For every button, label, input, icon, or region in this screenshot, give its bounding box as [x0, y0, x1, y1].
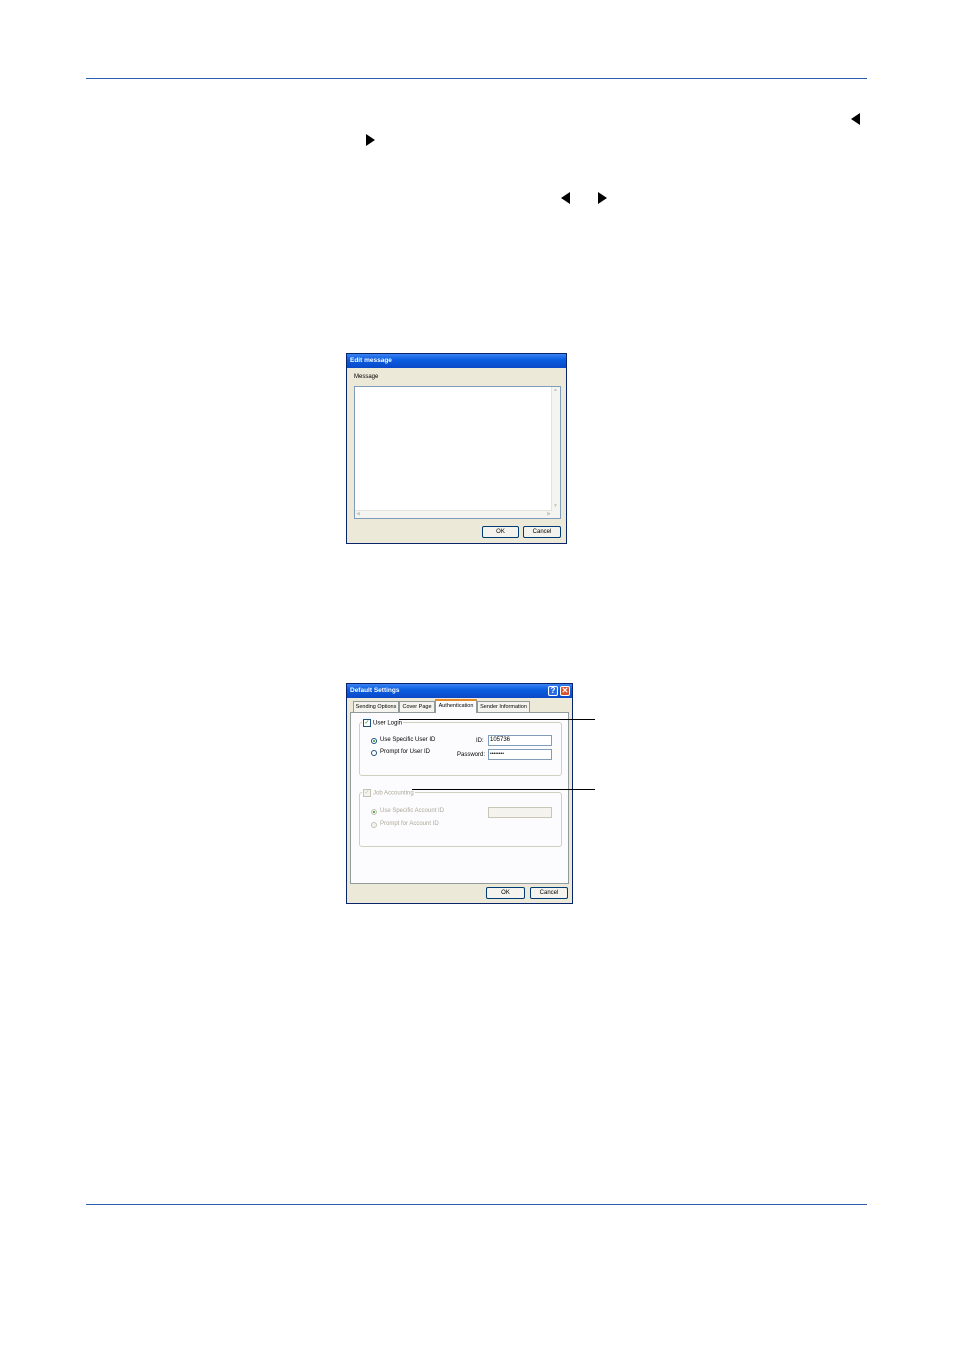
footer-rule [86, 1204, 867, 1205]
prompt-for-account-id-label: Prompt for Account ID [380, 821, 439, 827]
ok-button[interactable]: OK [486, 887, 525, 899]
prompt-for-user-id-radio[interactable] [371, 750, 377, 756]
right-triangle-icon [598, 192, 607, 204]
cancel-button[interactable]: Cancel [530, 887, 568, 899]
dialog-title: Edit message [347, 354, 566, 368]
checkbox-checkmark-icon: ✓ [363, 719, 371, 727]
horizontal-scrollbar[interactable]: ◀ ▶ [355, 510, 552, 518]
password-label: Password: [457, 752, 486, 758]
left-triangle-icon [561, 192, 570, 204]
message-textarea[interactable]: ▲ ▼ ◀ ▶ [354, 386, 561, 519]
use-specific-account-id-label: Use Specific Account ID [380, 808, 445, 814]
scroll-down-icon[interactable]: ▼ [553, 504, 558, 509]
tab-authentication[interactable]: Authentication [435, 699, 477, 713]
callout-line-job-accounting [412, 789, 595, 790]
job-accounting-checkbox[interactable]: ✓ Job Accounting [362, 789, 415, 798]
callout-line-user-login [399, 719, 595, 720]
vertical-scrollbar[interactable]: ▲ ▼ [551, 387, 560, 518]
dialog-title: Default Settings [347, 684, 572, 698]
user-id-input[interactable]: 105736 [488, 735, 552, 746]
tab-cover-page[interactable]: Cover Page [399, 701, 435, 712]
ok-button[interactable]: OK [482, 526, 519, 538]
scroll-up-icon[interactable]: ▲ [553, 388, 558, 393]
user-login-checkbox[interactable]: ✓ User Login [362, 719, 404, 728]
user-login-label: User Login [373, 720, 403, 727]
right-triangle-icon [366, 134, 375, 146]
close-icon[interactable]: ✕ [560, 686, 570, 696]
job-accounting-group [359, 792, 562, 847]
tab-sender-information[interactable]: Sender Information [477, 701, 530, 712]
account-id-input[interactable] [488, 807, 552, 818]
scroll-right-icon[interactable]: ▶ [547, 512, 551, 517]
edit-message-dialog: Edit message Message ▲ ▼ ◀ ▶ OK Cancel [346, 353, 567, 544]
scroll-left-icon[interactable]: ◀ [356, 512, 360, 517]
header-rule [86, 78, 867, 79]
job-accounting-label: Job Accounting [373, 790, 414, 797]
default-settings-dialog: Default Settings ? ✕ Sending Options Cov… [346, 683, 573, 904]
prompt-for-account-id-radio[interactable] [371, 822, 377, 828]
use-specific-account-id-radio[interactable] [371, 809, 377, 815]
checkbox-checkmark-icon: ✓ [363, 789, 371, 797]
authentication-panel: ✓ User Login Use Specific User ID Prompt … [350, 712, 569, 884]
cancel-button[interactable]: Cancel [523, 526, 561, 538]
prompt-for-user-id-label: Prompt for User ID [380, 749, 431, 755]
use-specific-user-id-radio[interactable] [371, 738, 377, 744]
password-input[interactable]: •••••••• [488, 749, 552, 760]
tab-sending-options[interactable]: Sending Options [353, 701, 399, 712]
left-triangle-icon [851, 113, 860, 125]
help-icon[interactable]: ? [548, 686, 558, 696]
message-label: Message [354, 374, 379, 380]
use-specific-user-id-label: Use Specific User ID [380, 737, 436, 743]
id-label: ID: [476, 738, 484, 744]
